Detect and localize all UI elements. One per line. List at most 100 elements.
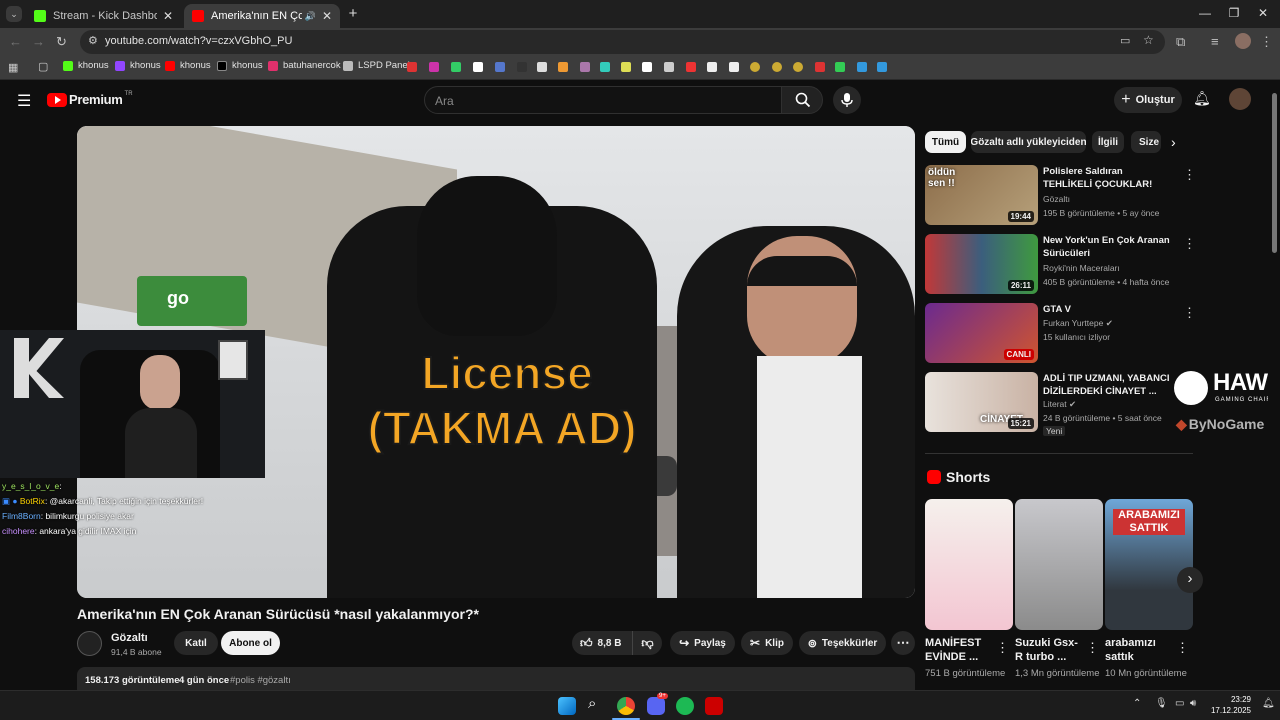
hashtags[interactable]: #polis #gözaltı <box>230 675 291 686</box>
bookmark-instagram[interactable]: batuhanercok <box>268 60 341 71</box>
media-controls-icon[interactable]: ≡ <box>1211 34 1219 49</box>
clock-date[interactable]: 17.12.2025 <box>1205 706 1251 715</box>
close-window-button[interactable]: ✕ <box>1253 6 1273 20</box>
short-thumbnail[interactable] <box>1015 499 1103 630</box>
cast-icon[interactable]: ▭ <box>1120 34 1130 47</box>
network-icon[interactable]: ▭ <box>1175 698 1184 709</box>
reload-icon[interactable]: ↻ <box>56 34 67 50</box>
site-info-icon[interactable]: ⚙ <box>88 34 98 47</box>
bookmark-x[interactable]: khonus <box>217 60 263 71</box>
short-title[interactable]: Suzuki Gsx-R turbo ... <box>1015 636 1085 664</box>
bookmark-icon[interactable] <box>451 62 461 72</box>
folder-icon[interactable]: ▢ <box>38 60 48 73</box>
dislike-button[interactable]: 👎︎ <box>632 631 662 655</box>
spotify-icon[interactable] <box>676 697 694 715</box>
bookmark-kick[interactable]: khonus <box>63 60 109 71</box>
back-icon[interactable]: ← <box>9 34 22 49</box>
bookmark-icon[interactable] <box>750 62 760 72</box>
account-avatar[interactable] <box>1229 88 1251 110</box>
bookmark-icon[interactable] <box>707 62 717 72</box>
notification-center-icon[interactable]: 🔔︎ <box>1262 698 1275 709</box>
recommendation-item[interactable]: CİNAYET 15:21 ADLİ TIP UZMANI, YABANCI D… <box>925 372 1196 436</box>
short-thumbnail[interactable]: ARABAMIZI SATTIK <box>1105 499 1193 630</box>
chip-from-uploader[interactable]: Gözaltı adlı yükleyiciden <box>971 131 1086 153</box>
scrollbar-thumb[interactable] <box>1272 93 1277 253</box>
tab-youtube-video[interactable]: Amerika'nın EN Çok Aranan 🔊 ✕ <box>184 4 340 28</box>
page-scrollbar[interactable] <box>1268 81 1280 690</box>
channel-name[interactable]: Gözaltı <box>111 632 148 644</box>
more-actions-icon[interactable]: ⋯ <box>891 631 915 655</box>
like-button[interactable]: 👍︎ 8,8 B <box>572 631 632 655</box>
bookmark-icon[interactable] <box>772 62 782 72</box>
address-bar[interactable]: ⚙ youtube.com/watch?v=czxVGbhO_PU ▭ ☆ <box>80 30 1165 54</box>
more-options-icon[interactable]: ⋮ <box>1086 640 1099 656</box>
clip-button[interactable]: ✂ Klip <box>741 631 793 655</box>
voice-search-button[interactable] <box>833 86 861 114</box>
discord-icon[interactable] <box>647 697 665 715</box>
youtube-premium-logo[interactable]: Premium TR <box>47 91 133 107</box>
windows-start-icon[interactable] <box>558 697 576 715</box>
bookmark-icon[interactable] <box>815 62 825 72</box>
minimize-button[interactable]: — <box>1195 6 1215 20</box>
recommendation-item[interactable]: öldün sen !! 19:44 Polislere Saldıran TE… <box>925 165 1196 225</box>
subscribe-button[interactable]: Abone ol <box>221 631 280 655</box>
volume-icon[interactable]: 🔊︎ <box>1190 698 1196 709</box>
bookmark-icon[interactable] <box>877 62 887 72</box>
notifications-bell-icon[interactable]: 🔔︎ <box>1193 90 1211 107</box>
chip-all[interactable]: Tümü <box>925 131 966 153</box>
chip-related[interactable]: İlgili <box>1092 131 1124 153</box>
recommendation-item[interactable]: CANLI GTA V Furkan Yurttepe ✔ 15 kullanı… <box>925 303 1196 363</box>
tab-search-icon[interactable]: ⌄ <box>6 6 22 22</box>
short-title[interactable]: arabamızı sattık <box>1105 636 1175 664</box>
bookmark-twitch[interactable]: khonus <box>115 60 161 71</box>
profile-avatar[interactable] <box>1235 33 1251 49</box>
close-tab-icon[interactable]: ✕ <box>163 9 173 23</box>
menu-icon[interactable]: ☰ <box>17 91 31 111</box>
bookmark-icon[interactable] <box>429 62 439 72</box>
bookmark-icon[interactable] <box>558 62 568 72</box>
more-options-icon[interactable]: ⋮ <box>996 640 1009 656</box>
bookmark-youtube[interactable]: khonus <box>165 60 211 71</box>
more-options-icon[interactable]: ⋮ <box>1183 236 1196 252</box>
more-options-icon[interactable]: ⋮ <box>1176 640 1189 656</box>
more-options-icon[interactable]: ⋮ <box>1183 305 1196 321</box>
bookmark-icon[interactable] <box>835 62 845 72</box>
audio-playing-icon[interactable]: 🔊 <box>305 11 316 22</box>
bookmark-icon[interactable] <box>407 62 417 72</box>
bookmark-icon[interactable] <box>495 62 505 72</box>
short-thumbnail[interactable] <box>925 499 1013 630</box>
join-button[interactable]: Katıl <box>174 631 218 655</box>
app-icon[interactable] <box>705 697 723 715</box>
bookmark-star-icon[interactable]: ☆ <box>1143 33 1154 47</box>
bookmark-icon[interactable] <box>664 62 674 72</box>
bookmark-icon[interactable] <box>580 62 590 72</box>
new-tab-button[interactable]: + <box>343 5 363 22</box>
microphone-tray-icon[interactable]: 🎙︎ <box>1155 698 1168 709</box>
shorts-next-button[interactable]: › <box>1177 567 1203 593</box>
search-input[interactable]: Ara <box>424 86 782 114</box>
bookmark-icon[interactable] <box>793 62 803 72</box>
thanks-button[interactable]: ⊚ Teşekkürler <box>799 631 886 655</box>
extensions-icon[interactable]: ⧉ <box>1176 34 1185 50</box>
create-button[interactable]: + Oluştur <box>1114 87 1182 113</box>
search-button[interactable] <box>781 86 823 114</box>
channel-avatar[interactable] <box>77 631 102 656</box>
close-tab-icon[interactable]: ✕ <box>322 9 332 23</box>
chrome-icon[interactable] <box>617 697 635 715</box>
short-title[interactable]: MANİFEST EVİNDE ... <box>925 636 995 664</box>
recommendation-item[interactable]: 26:11 New York'un En Çok Aranan Sürücüle… <box>925 234 1196 294</box>
bookmark-icon[interactable] <box>642 62 652 72</box>
share-button[interactable]: ↪ Paylaş <box>670 631 735 655</box>
maximize-button[interactable]: ❐ <box>1224 6 1244 20</box>
bookmark-icon[interactable] <box>621 62 631 72</box>
bookmark-icon[interactable] <box>517 62 527 72</box>
apps-grid-icon[interactable]: ▦ <box>8 61 18 74</box>
bookmark-icon[interactable] <box>857 62 867 72</box>
more-options-icon[interactable]: ⋮ <box>1183 167 1196 183</box>
bookmark-icon[interactable] <box>473 62 483 72</box>
bookmark-lspd-panel[interactable]: LSPD Panel <box>343 60 410 71</box>
tray-expand-icon[interactable]: ⌃ <box>1133 698 1141 709</box>
chip-for-you[interactable]: Size <box>1131 131 1161 153</box>
clock-time[interactable]: 23:29 <box>1213 695 1251 704</box>
chips-next-icon[interactable]: › <box>1171 134 1176 150</box>
